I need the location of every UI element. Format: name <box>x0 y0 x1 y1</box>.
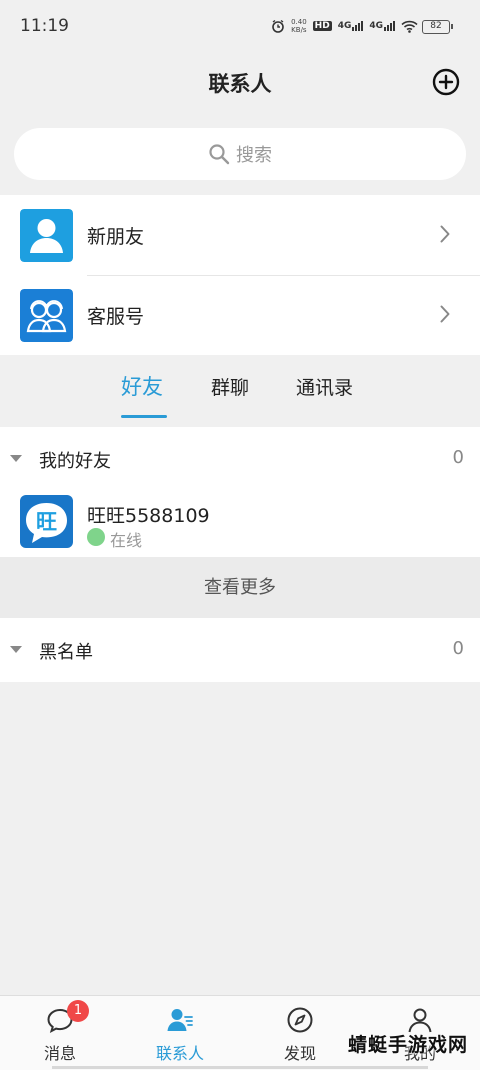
search-placeholder: 搜索 <box>236 145 272 166</box>
compass-icon <box>287 1007 313 1033</box>
my-friends-count: 0 <box>452 447 464 468</box>
blacklist-group-header[interactable]: 黑名单 0 <box>0 618 480 682</box>
chevron-right-icon <box>440 225 450 243</box>
friend-name: 旺旺5588109 <box>87 505 210 527</box>
page-title: 联系人 <box>208 72 272 96</box>
contacts-icon <box>167 1009 193 1031</box>
nav-messages[interactable]: 1 消息 <box>0 996 120 1070</box>
tab-address-book[interactable]: 通讯录 <box>296 373 353 400</box>
nav-messages-label: 消息 <box>43 1044 76 1063</box>
online-status-dot <box>87 528 105 546</box>
caret-down-icon <box>10 455 22 462</box>
contact-tabs: 好友 群聊 通讯录 <box>0 355 480 427</box>
watermark: 蜻蜓手游戏网 <box>347 1034 468 1056</box>
customer-service-row[interactable]: 客服号 <box>0 275 480 355</box>
nav-discover-label: 发现 <box>283 1044 316 1063</box>
new-friends-avatar-icon <box>20 209 73 262</box>
wifi-icon <box>401 20 418 33</box>
my-friends-group-header[interactable]: 我的好友 0 <box>0 427 480 491</box>
unread-badge: 1 <box>67 1000 89 1022</box>
search-icon <box>209 144 230 165</box>
add-contact-button[interactable] <box>432 68 460 96</box>
nav-contacts[interactable]: 联系人 <box>120 996 240 1070</box>
blacklist-count: 0 <box>452 638 464 659</box>
alarm-icon <box>272 19 284 33</box>
tab-groups[interactable]: 群聊 <box>211 373 249 400</box>
new-friends-label: 新朋友 <box>87 225 145 248</box>
network-speed: 0.40 KB/s <box>291 18 307 34</box>
caret-down-icon <box>10 646 22 653</box>
customer-service-label: 客服号 <box>87 305 145 328</box>
gesture-bar <box>52 1066 428 1069</box>
nav-contacts-label: 联系人 <box>155 1044 204 1063</box>
status-time: 11:19 <box>20 16 69 36</box>
sim1-signal-icon: 4G <box>338 21 364 31</box>
new-friends-row[interactable]: 新朋友 <box>0 195 480 276</box>
battery-indicator: 82 <box>422 20 453 34</box>
tab-friends[interactable]: 好友 <box>121 371 163 401</box>
active-tab-indicator <box>121 415 167 418</box>
wangwang-avatar-icon: 旺 <box>20 495 73 548</box>
svg-text:旺: 旺 <box>36 510 57 534</box>
customer-service-avatar-icon <box>20 289 73 342</box>
chevron-right-icon <box>440 305 450 323</box>
my-friends-label: 我的好友 <box>39 451 111 472</box>
sim2-signal-icon: 4G <box>369 21 395 31</box>
hd-icon: HD <box>312 21 332 31</box>
search-bar[interactable]: 搜索 <box>14 128 466 180</box>
blacklist-label: 黑名单 <box>39 642 93 663</box>
see-more-button[interactable]: 查看更多 <box>0 557 480 618</box>
status-icons: 0.40 KB/s HD 4G 4G <box>271 18 418 34</box>
title-bar: 联系人 <box>0 52 480 112</box>
contact-shortcuts: 新朋友 客服号 <box>0 195 480 355</box>
friend-status: 在线 <box>110 531 143 550</box>
nav-discover[interactable]: 发现 <box>240 996 360 1070</box>
friend-list-item[interactable]: 旺 旺旺5588109 在线 <box>0 491 480 557</box>
